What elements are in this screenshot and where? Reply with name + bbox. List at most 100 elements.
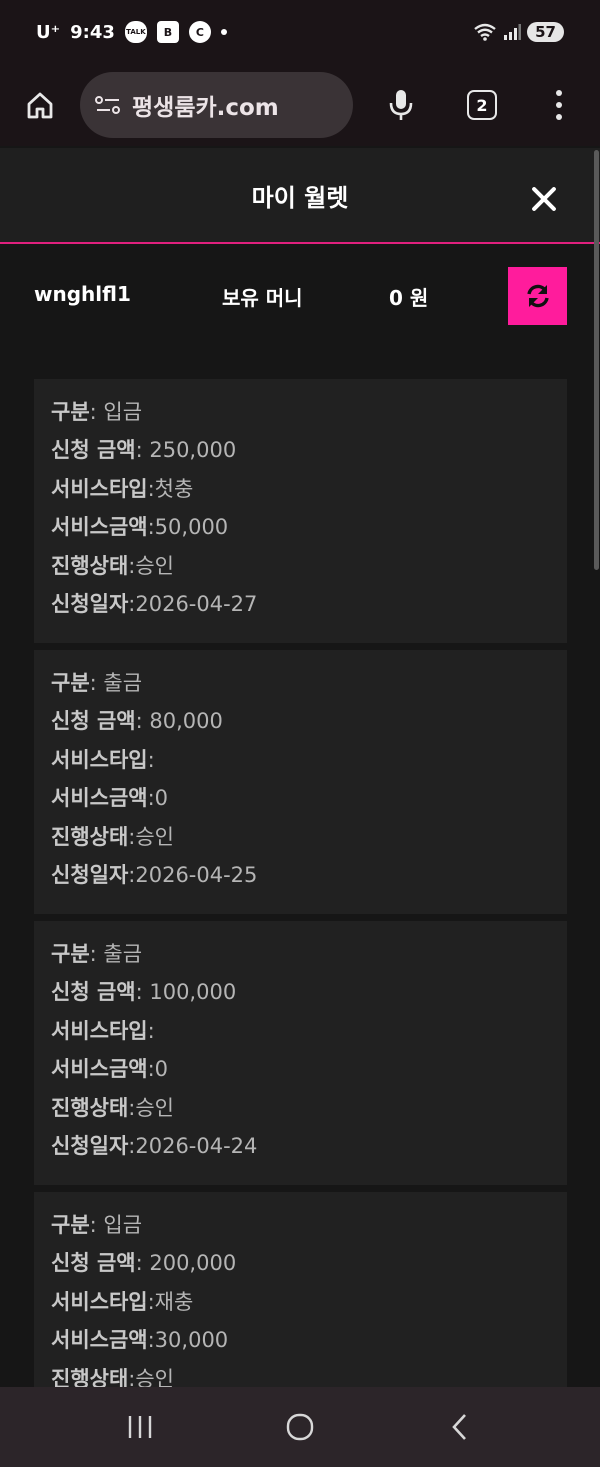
type-row: 구분: 출금 [51,668,550,706]
browser-toolbar: 평생룸카.com 2 [0,64,600,146]
refresh-button[interactable] [508,267,567,325]
amount-value: : 200,000 [135,1251,237,1276]
more-menu-dot-icon [556,90,562,96]
date-row: 신청일자:2026-04-25 [51,860,550,898]
status-row: 진행상태:승인 [51,822,550,860]
service-amount-value: :50,000 [147,515,229,540]
type-label: 구분 [51,1213,90,1237]
amount-row: 신청 금액: 250,000 [51,435,550,473]
more-menu-dot-icon [556,102,562,108]
date-label: 신청일자 [51,862,129,887]
service-amount-row: 서비스금액:30,000 [51,1325,550,1363]
service-type-value: :첫충 [147,476,194,501]
type-value: : 입금 [89,400,143,424]
carrier-label: U⁺ [36,21,61,43]
more-menu-dot-icon [556,114,562,120]
recent-apps-icon [128,1416,152,1438]
talk-icon: TALK [124,21,147,43]
b-app-icon: B [156,21,179,43]
date-value: :2026-04-24 [128,1133,258,1158]
service-type-row: 서비스타입:재충 [51,1287,550,1325]
service-amount-value: :0 [147,786,169,811]
date-label: 신청일자 [51,591,129,616]
transaction-card: 구분: 출금 신청 금액: 100,000 서비스타입: 서비스금액:0 진행상… [34,921,567,1185]
amount-value: : 80,000 [135,709,223,734]
service-amount-label: 서비스금액 [51,1057,148,1082]
service-type-label: 서비스타입 [51,1018,148,1043]
service-type-value: :재충 [147,1289,194,1314]
money-value: 0 원 [389,286,429,310]
notification-dot-icon [220,29,227,35]
transaction-card: 구분: 입금 신청 금액: 250,000 서비스타입:첫충 서비스금액:50,… [34,379,567,643]
type-value: : 출금 [89,942,143,966]
home-circle-icon [286,1413,314,1441]
service-type-label: 서비스타입 [51,1289,148,1314]
status-label: 진행상태 [51,1095,129,1120]
service-type-row: 서비스타입: [51,1016,550,1054]
home-nav-button[interactable] [280,1407,320,1447]
date-row: 신청일자:2026-04-27 [51,589,550,627]
address-bar[interactable]: 평생룸카.com [80,72,353,138]
status-label: 진행상태 [51,824,129,849]
service-type-value: : [147,747,155,772]
money-label: 보유 머니 [222,286,303,310]
service-type-value: : [147,1018,155,1043]
wallet-info-row: wnghlfl1 보유 머니 0 원 [0,244,600,348]
voice-search-button[interactable] [383,85,419,125]
battery-indicator: 57 [527,22,564,42]
close-icon[interactable] [530,185,558,213]
amount-label: 신청 금액 [51,709,136,734]
date-label: 신청일자 [51,1133,129,1158]
service-type-label: 서비스타입 [51,476,148,501]
refresh-icon [526,284,549,308]
site-settings-icon [95,96,120,114]
amount-label: 신청 금액 [51,980,136,1005]
date-value: :2026-04-25 [128,862,258,887]
wallet-title: 마이 월렛 [251,183,349,212]
amount-row: 신청 금액: 100,000 [51,977,550,1015]
status-label: 진행상태 [51,553,129,578]
type-label: 구분 [51,671,90,695]
recent-apps-button[interactable] [120,1407,160,1447]
service-amount-label: 서비스금액 [51,515,148,540]
service-amount-value: :30,000 [147,1328,229,1353]
c-app-icon: C [188,21,211,43]
microphone-icon [389,90,413,120]
home-icon [27,92,53,119]
service-type-label: 서비스타입 [51,747,148,772]
transaction-list: 구분: 입금 신청 금액: 250,000 서비스타입:첫충 서비스금액:50,… [34,379,567,1463]
amount-row: 신청 금액: 200,000 [51,1248,550,1286]
type-value: : 입금 [89,1213,143,1237]
status-value: :승인 [128,1095,174,1120]
system-nav-bar [0,1387,600,1467]
type-row: 구분: 입금 [51,1210,550,1248]
more-menu-button[interactable] [553,85,565,125]
wifi-icon [474,23,496,41]
username: wnghlfl1 [34,282,131,306]
type-label: 구분 [51,942,90,966]
service-amount-label: 서비스금액 [51,786,148,811]
status-right: 57 [473,22,564,42]
service-type-row: 서비스타입: [51,745,550,783]
status-value: :승인 [128,553,174,578]
type-label: 구분 [51,400,90,424]
amount-row: 신청 금액: 80,000 [51,706,550,744]
scrollbar[interactable] [594,150,599,570]
service-amount-row: 서비스금액:0 [51,783,550,821]
back-button[interactable] [440,1407,480,1447]
tab-switcher-button[interactable]: 2 [467,90,497,120]
home-button[interactable] [20,85,60,125]
amount-value: : 250,000 [135,438,237,463]
url-text: 평생룸카.com [132,95,279,121]
type-row: 구분: 입금 [51,397,550,435]
date-row: 신청일자:2026-04-24 [51,1131,550,1169]
service-amount-row: 서비스금액:50,000 [51,512,550,550]
status-left: U⁺ 9:43 TALK B C [36,21,473,43]
service-amount-label: 서비스금액 [51,1328,148,1353]
service-amount-value: :0 [147,1057,169,1082]
type-row: 구분: 출금 [51,939,550,977]
status-row: 진행상태:승인 [51,551,550,589]
back-icon [452,1414,466,1440]
amount-label: 신청 금액 [51,1251,136,1276]
clock: 9:43 [70,21,115,43]
